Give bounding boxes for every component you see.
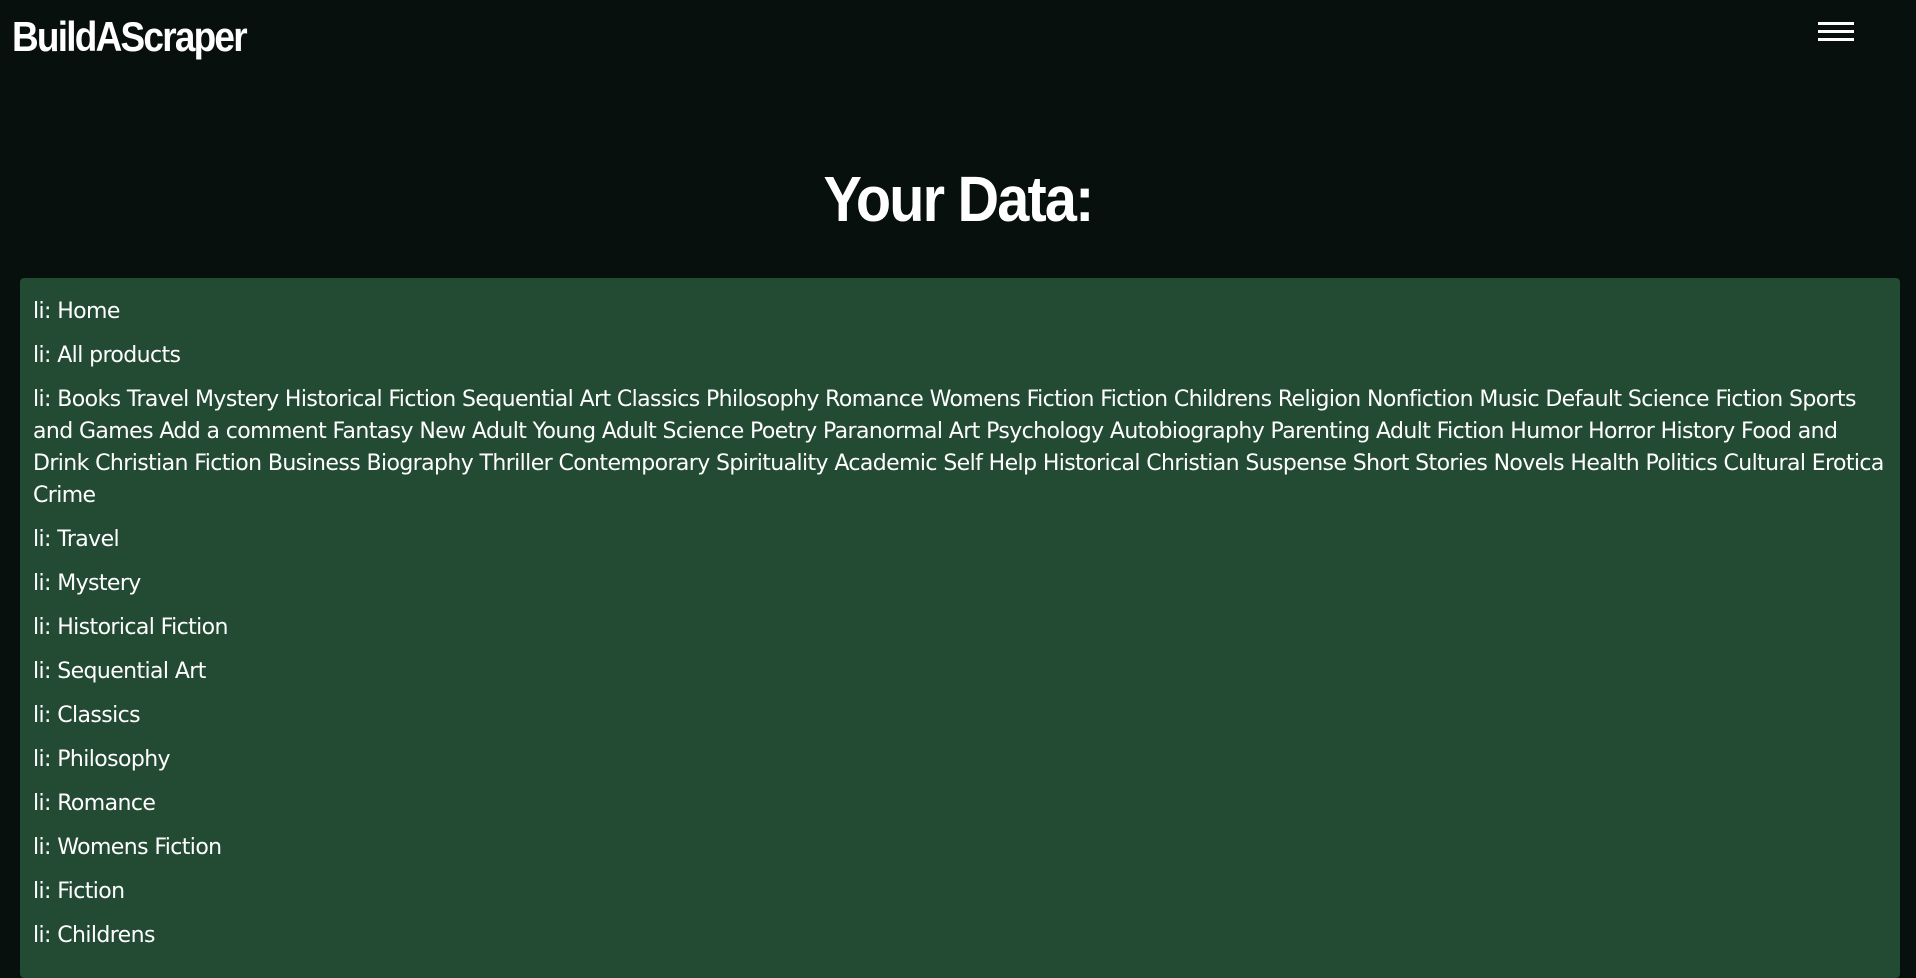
page-title: Your Data: <box>823 163 1095 235</box>
list-item: li: Home <box>33 299 120 324</box>
list-item: li: Classics <box>33 703 141 728</box>
list-item: li: Travel <box>33 527 120 552</box>
list-item: li: Womens Fiction <box>33 835 222 860</box>
list-item: li: Philosophy <box>33 747 171 772</box>
menu-bar-middle <box>1818 30 1854 33</box>
list-item: li: Childrens <box>33 923 155 948</box>
list-item: li: All products <box>33 343 181 368</box>
data-panel: li: Home li: All products li: Books Trav… <box>20 278 1900 978</box>
list-item: li: Romance <box>33 791 156 816</box>
list-item: li: Fiction <box>33 879 125 904</box>
menu-bar-bottom <box>1818 38 1854 41</box>
brand-logo[interactable]: BuildAScraper <box>12 12 248 62</box>
list-item: li: Books Travel Mystery Historical Fict… <box>33 387 1884 508</box>
top-header: BuildAScraper <box>0 0 1916 80</box>
list-item: li: Sequential Art <box>33 659 206 684</box>
list-item: li: Historical Fiction <box>33 615 228 640</box>
list-item: li: Mystery <box>33 571 141 596</box>
menu-bar-top <box>1818 22 1854 25</box>
data-list: li: Home li: All products li: Books Trav… <box>33 296 1887 952</box>
hamburger-menu-icon[interactable] <box>1818 18 1856 50</box>
